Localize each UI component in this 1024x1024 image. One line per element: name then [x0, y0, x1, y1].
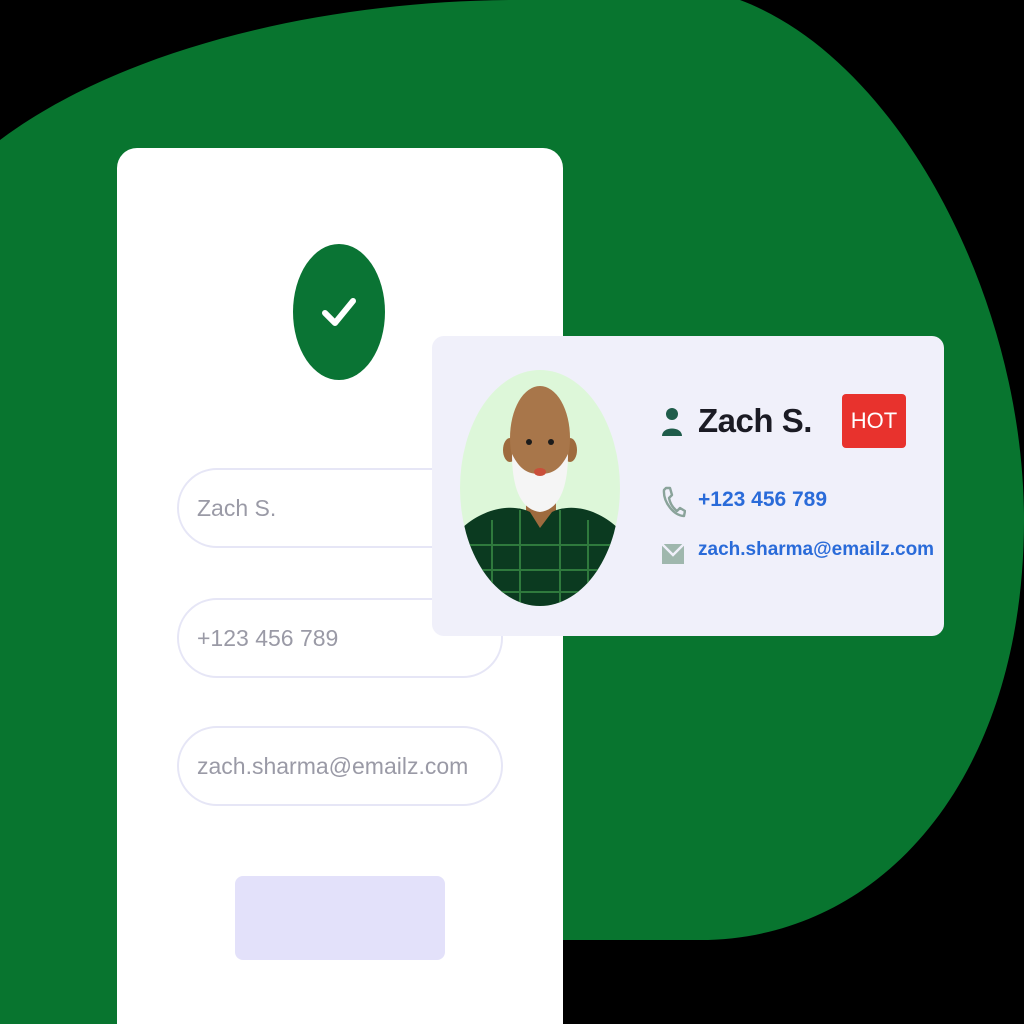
contact-name: Zach S.	[698, 402, 812, 439]
contact-phone[interactable]: +123 456 789	[698, 488, 827, 512]
avatar	[460, 370, 620, 606]
mail-icon	[661, 543, 685, 564]
email-field-placeholder: zach.sharma@emailz.com	[197, 752, 469, 779]
hot-badge: HOT	[842, 394, 906, 448]
name-field-placeholder: Zach S.	[197, 494, 277, 521]
illustration-stage: Zach S. +123 456 789 zach.sharma@emailz.…	[0, 0, 1024, 1024]
email-field[interactable]: zach.sharma@emailz.com	[177, 726, 503, 806]
person-icon	[662, 408, 682, 436]
success-check	[293, 244, 385, 380]
phone-icon	[662, 486, 686, 518]
contact-email[interactable]: zach.sharma@emailz.com	[698, 539, 934, 561]
check-icon	[322, 298, 356, 326]
phone-field-placeholder: +123 456 789	[197, 624, 339, 651]
submit-button[interactable]	[235, 876, 445, 960]
contact-card: Zach S. HOT +123 456 789 zach.sharma@ema…	[432, 336, 944, 636]
avatar-illustration	[460, 370, 620, 606]
